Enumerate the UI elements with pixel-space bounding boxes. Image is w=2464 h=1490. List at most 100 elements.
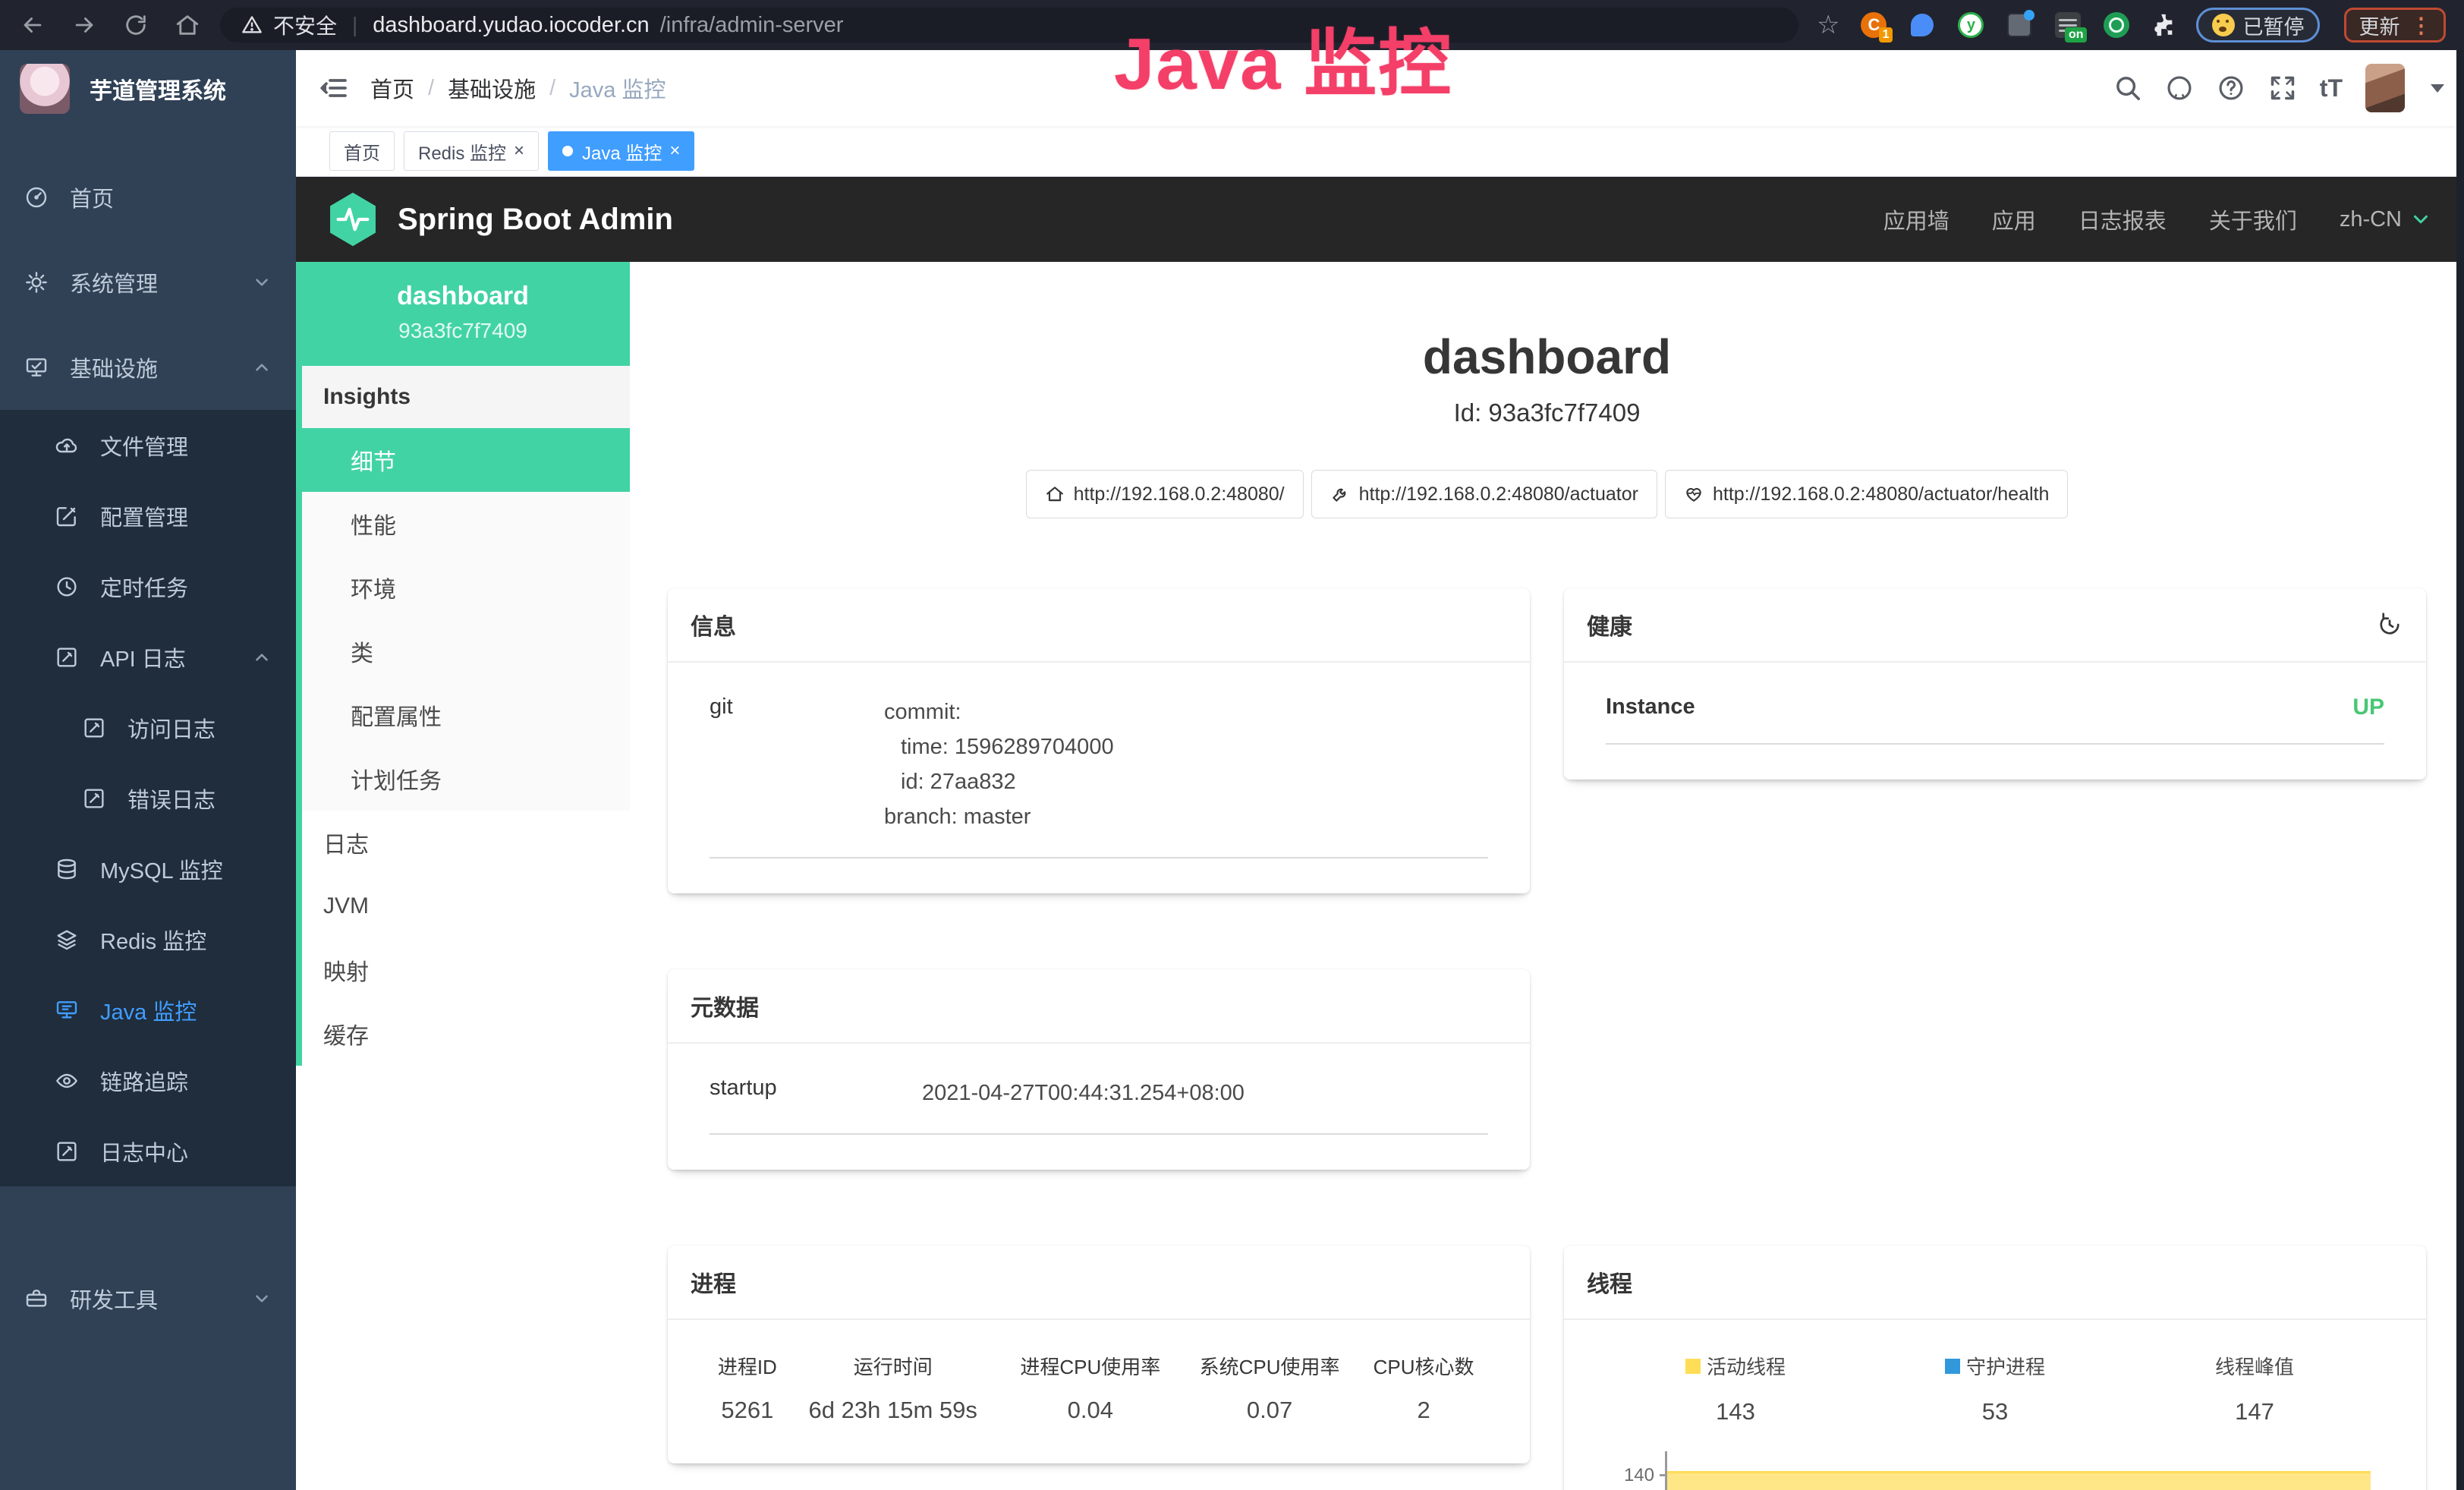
sba-item-details[interactable]: 细节 bbox=[302, 428, 630, 492]
tab-java[interactable]: Java 监控 × bbox=[548, 131, 694, 171]
tab-home[interactable]: 首页 bbox=[329, 131, 395, 171]
user-avatar[interactable] bbox=[2365, 64, 2405, 112]
sba-nav-wallboard[interactable]: 应用墙 bbox=[1883, 203, 1949, 235]
sidebar-fold-icon[interactable] bbox=[319, 73, 349, 103]
extension-orange-icon[interactable]: C1 bbox=[1859, 11, 1888, 39]
sba-item-caches[interactable]: 缓存 bbox=[302, 1002, 630, 1066]
sidebar-item-mysql[interactable]: MySQL 监控 bbox=[0, 833, 296, 904]
sidebar-item-config[interactable]: 配置管理 bbox=[0, 480, 296, 551]
home-icon bbox=[1045, 484, 1065, 504]
sba-nav-about[interactable]: 关于我们 bbox=[2209, 203, 2297, 235]
sba-item-config-props[interactable]: 配置属性 bbox=[302, 683, 630, 747]
extensions-puzzle-icon[interactable] bbox=[2151, 12, 2176, 38]
profile-paused-badge[interactable]: 已暂停 bbox=[2196, 8, 2320, 43]
legend-yellow-swatch bbox=[1685, 1359, 1701, 1374]
health-url-button[interactable]: http://192.168.0.2:48080/actuator/health bbox=[1665, 470, 2068, 518]
fullscreen-icon[interactable] bbox=[2268, 74, 2297, 102]
instance-name: dashboard bbox=[304, 282, 622, 311]
user-caret-down-icon[interactable] bbox=[2431, 84, 2444, 93]
sba-item-scheduled[interactable]: 计划任务 bbox=[302, 747, 630, 811]
tag-tabs-bar: 首页 Redis 监控 × Java 监控 × bbox=[296, 126, 2464, 177]
security-warning-icon[interactable] bbox=[241, 14, 263, 36]
sba-item-jvm[interactable]: JVM bbox=[302, 874, 630, 938]
tab-close-icon[interactable]: × bbox=[514, 142, 524, 160]
threads-area-chart: 140 120 100 bbox=[1606, 1451, 2384, 1490]
browser-back-icon[interactable] bbox=[20, 12, 46, 38]
url-domain[interactable]: dashboard.yudao.iocoder.cn bbox=[373, 13, 649, 38]
sba-item-classes[interactable]: 类 bbox=[302, 619, 630, 683]
browser-reload-icon[interactable] bbox=[123, 12, 149, 38]
window-right-edge bbox=[2456, 50, 2464, 1490]
browser-forward-icon[interactable] bbox=[71, 12, 97, 38]
address-divider: | bbox=[352, 13, 357, 37]
sidebar-item-file[interactable]: 文件管理 bbox=[0, 410, 296, 480]
extension-grid-icon[interactable] bbox=[2005, 11, 2034, 39]
extension-badge-count: 1 bbox=[1879, 27, 1893, 43]
chevron-down-icon bbox=[252, 1289, 272, 1309]
process-table: 进程ID 运行时间 进程CPU使用率 系统CPU使用率 CPU核心数 5261 … bbox=[710, 1352, 1488, 1424]
sidebar-item-label: 系统管理 bbox=[70, 266, 158, 298]
process-card-title: 进程 bbox=[691, 1265, 736, 1299]
sidebar-item-access-log[interactable]: 访问日志 bbox=[0, 692, 296, 763]
sba-locale-select[interactable]: zh-CN bbox=[2340, 207, 2432, 232]
security-label[interactable]: 不安全 bbox=[273, 10, 337, 40]
sidebar-item-redis[interactable]: Redis 监控 bbox=[0, 904, 296, 975]
sidebar-item-home[interactable]: 首页 bbox=[0, 155, 296, 240]
sba-instance-header[interactable]: dashboard 93a3fc7f7409 bbox=[296, 262, 630, 366]
service-url-button[interactable]: http://192.168.0.2:48080/ bbox=[1026, 470, 1304, 518]
main-area: 首页 / 基础设施 / Java 监控 tT 首页 Redis bbox=[296, 50, 2464, 1490]
browser-update-button[interactable]: 更新 ⋮ bbox=[2344, 8, 2446, 43]
sba-item-mappings[interactable]: 映射 bbox=[302, 938, 630, 1002]
threads-legend: 活动线程 143 守护进程 53 bbox=[1606, 1352, 2384, 1425]
extension-leaf-icon[interactable] bbox=[2102, 11, 2131, 39]
sba-section-insights: Insights bbox=[302, 366, 630, 428]
sidebar-item-label: Redis 监控 bbox=[100, 924, 206, 956]
threads-card: 线程 活动线程 143 bbox=[1564, 1246, 2426, 1490]
sidebar-item-system[interactable]: 系统管理 bbox=[0, 240, 296, 325]
sba-item-metrics[interactable]: 性能 bbox=[302, 492, 630, 556]
git-branch-line: branch: master bbox=[884, 799, 1114, 834]
chevron-up-icon bbox=[252, 647, 272, 667]
screen: 不安全 | dashboard.yudao.iocoder.cn/infra/a… bbox=[0, 0, 2464, 1490]
sba-item-environment[interactable]: 环境 bbox=[302, 556, 630, 619]
browser-menu-icon[interactable]: ⋮ bbox=[2410, 13, 2431, 38]
github-icon[interactable] bbox=[2165, 74, 2194, 102]
actuator-url-label: http://192.168.0.2:48080/actuator bbox=[1359, 484, 1638, 506]
search-icon[interactable] bbox=[2113, 74, 2142, 102]
sidebar-item-error-log[interactable]: 错误日志 bbox=[0, 763, 296, 833]
font-size-icon[interactable]: tT bbox=[2320, 74, 2343, 102]
sba-item-logs[interactable]: 日志 bbox=[302, 811, 630, 874]
browser-home-icon[interactable] bbox=[175, 12, 200, 38]
sidebar-item-label: 定时任务 bbox=[100, 571, 188, 603]
address-bar[interactable]: 不安全 | dashboard.yudao.iocoder.cn/infra/a… bbox=[220, 8, 1798, 43]
sidebar-item-log-center[interactable]: 日志中心 bbox=[0, 1116, 296, 1186]
extension-pin-icon[interactable] bbox=[1908, 11, 1937, 39]
url-path[interactable]: /infra/admin-server bbox=[660, 13, 844, 38]
tab-close-icon[interactable]: × bbox=[669, 142, 680, 160]
sba-nav-journal[interactable]: 日志报表 bbox=[2079, 203, 2167, 235]
sba-nav-applications[interactable]: 应用 bbox=[1992, 203, 2036, 235]
heartbeat-icon bbox=[1684, 484, 1704, 504]
process-col-pid: 进程ID bbox=[710, 1352, 785, 1397]
extension-y-icon[interactable]: y bbox=[1956, 11, 1985, 39]
sba-brand[interactable]: Spring Boot Admin bbox=[328, 191, 673, 247]
sidebar-item-api-log[interactable]: API 日志 bbox=[0, 622, 296, 692]
breadcrumb-home[interactable]: 首页 bbox=[370, 72, 414, 104]
sidebar-item-java[interactable]: Java 监控 bbox=[0, 975, 296, 1045]
extension-switch-icon[interactable]: on bbox=[2053, 11, 2082, 39]
help-icon[interactable] bbox=[2217, 74, 2245, 102]
app-logo-row[interactable]: 芋道管理系统 bbox=[0, 50, 296, 128]
bookmark-star-icon[interactable]: ☆ bbox=[1817, 12, 1839, 38]
page-subtitle-id: Id: 93a3fc7f7409 bbox=[630, 398, 2464, 427]
health-history-icon[interactable] bbox=[2376, 611, 2403, 638]
sidebar-item-infra[interactable]: 基础设施 bbox=[0, 325, 296, 410]
health-card-title: 健康 bbox=[1587, 608, 1632, 641]
sidebar-item-trace[interactable]: 链路追踪 bbox=[0, 1045, 296, 1116]
sba-locale-label: zh-CN bbox=[2340, 207, 2402, 232]
sidebar-item-dev-tools[interactable]: 研发工具 bbox=[0, 1256, 296, 1341]
sidebar-item-job[interactable]: 定时任务 bbox=[0, 551, 296, 622]
sidebar-item-label: API 日志 bbox=[100, 641, 186, 673]
breadcrumb-infra[interactable]: 基础设施 bbox=[448, 72, 536, 104]
actuator-url-button[interactable]: http://192.168.0.2:48080/actuator bbox=[1311, 470, 1657, 518]
tab-redis[interactable]: Redis 监控 × bbox=[404, 131, 539, 171]
